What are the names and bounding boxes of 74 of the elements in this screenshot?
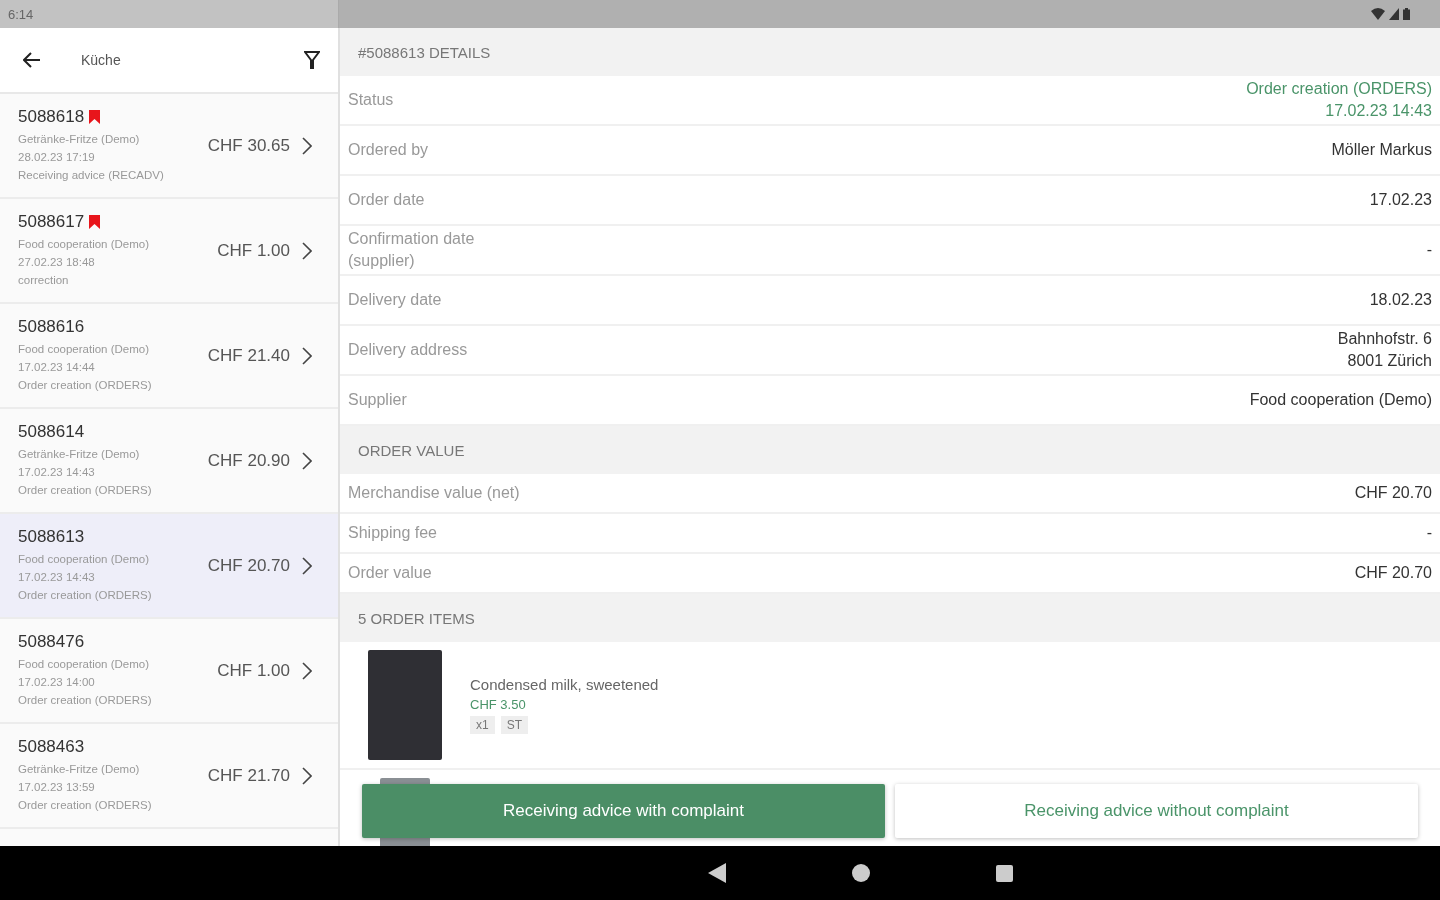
order-list-item[interactable]: 5088618 Getränke-Fritze (Demo) 28.02.23 17:19 Receiving advice (RECADV) CHF 30.65 bbox=[0, 94, 338, 199]
supplier-name: Food cooperation (Demo) bbox=[18, 237, 151, 252]
value-amount: CHF 20.70 bbox=[1354, 483, 1432, 503]
order-list-item[interactable]: 5088617 Food cooperation (Demo) 27.02.23 18:48 correction CHF 1.00 bbox=[0, 199, 338, 304]
supplier-name: Getränke-Fritze (Demo) bbox=[18, 447, 141, 462]
order-datetime: 17.02.23 14:00 bbox=[18, 675, 96, 690]
section-header: ORDER VALUE bbox=[340, 426, 1440, 474]
order-amount: CHF 1.00 bbox=[217, 660, 290, 681]
detail-label: Order date bbox=[348, 190, 425, 210]
section-header: 5 ORDER ITEMS bbox=[340, 594, 1440, 642]
order-number: 5088618 bbox=[18, 107, 85, 127]
detail-label: Confirmation date (supplier) bbox=[348, 229, 476, 271]
order-status: Order creation (ORDERS) bbox=[18, 693, 153, 708]
order-datetime: 17.02.23 14:43 bbox=[18, 570, 96, 585]
order-datetime: 17.02.23 13:59 bbox=[18, 780, 96, 795]
supplier-name: Getränke-Fritze (Demo) bbox=[18, 762, 141, 777]
product-price: CHF 3.50 bbox=[470, 697, 527, 712]
order-status: correction bbox=[18, 273, 70, 288]
action-button[interactable]: Receiving advice without complaint bbox=[895, 784, 1418, 838]
section-header: #5088613 DETAILS bbox=[340, 28, 1440, 76]
order-number: 5088463 bbox=[18, 737, 85, 757]
detail-label: Delivery address bbox=[348, 340, 468, 360]
value-label: Order value bbox=[348, 563, 432, 583]
order-amount: CHF 21.70 bbox=[207, 765, 290, 786]
value-label: Shipping fee bbox=[348, 523, 437, 543]
order-amount: CHF 30.65 bbox=[207, 135, 290, 156]
supplier-name: Food cooperation (Demo) bbox=[18, 552, 151, 567]
value-label: Merchandise value (net) bbox=[348, 483, 520, 503]
detail-value: 8001 Zürich bbox=[1347, 351, 1432, 371]
supplier-name: Food cooperation (Demo) bbox=[18, 657, 151, 672]
supplier-name: Getränke-Fritze (Demo) bbox=[18, 132, 141, 147]
detail-value: Order creation (ORDERS) bbox=[1246, 79, 1432, 99]
order-number: 5088616 bbox=[18, 317, 85, 337]
order-number: 5088476 bbox=[18, 632, 85, 652]
detail-label: Status bbox=[348, 90, 394, 110]
status-time: 6:14 bbox=[8, 6, 34, 22]
quantity-chip: x1 bbox=[470, 716, 495, 734]
supplier-name: Food cooperation (Demo) bbox=[18, 342, 151, 357]
order-list-item[interactable]: 5088613 Food cooperation (Demo) 17.02.23 14:43 Order creation (ORDERS) CHF 20.70 bbox=[0, 514, 338, 619]
order-amount: CHF 20.90 bbox=[207, 450, 290, 471]
order-number: 5088613 bbox=[18, 527, 85, 547]
detail-value: Möller Markus bbox=[1331, 140, 1432, 160]
order-amount: CHF 21.40 bbox=[207, 345, 290, 366]
order-amount: CHF 20.70 bbox=[207, 555, 290, 576]
detail-value: - bbox=[1426, 240, 1432, 260]
order-amount: CHF 1.00 bbox=[217, 240, 290, 261]
order-status: Order creation (ORDERS) bbox=[18, 378, 153, 393]
order-list-item[interactable]: 5088463 Getränke-Fritze (Demo) 17.02.23 13:59 Order creation (ORDERS) CHF 21.70 bbox=[0, 724, 338, 829]
order-list-item[interactable]: 5088616 Food cooperation (Demo) 17.02.23 14:44 Order creation (ORDERS) CHF 21.40 bbox=[0, 304, 338, 409]
order-number: 5088614 bbox=[18, 422, 85, 442]
order-status: Order creation (ORDERS) bbox=[18, 483, 153, 498]
order-number: 5088617 bbox=[18, 212, 85, 232]
order-status: Order creation (ORDERS) bbox=[18, 798, 153, 813]
order-datetime: 28.02.23 17:19 bbox=[18, 150, 96, 165]
detail-label: Supplier bbox=[348, 390, 407, 410]
detail-value: 17.02.23 bbox=[1369, 190, 1432, 210]
order-status: Receiving advice (RECADV) bbox=[18, 168, 165, 183]
value-amount: - bbox=[1426, 523, 1432, 543]
order-list-item[interactable]: 5088476 Food cooperation (Demo) 17.02.23 14:00 Order creation (ORDERS) CHF 1.00 bbox=[0, 619, 338, 724]
product-name: Condensed milk, sweetened bbox=[470, 676, 659, 693]
detail-value: 18.02.23 bbox=[1369, 290, 1432, 310]
order-datetime: 17.02.23 14:44 bbox=[18, 360, 96, 375]
order-datetime: 27.02.23 18:48 bbox=[18, 255, 96, 270]
order-status: Order creation (ORDERS) bbox=[18, 588, 153, 603]
detail-value: 17.02.23 14:43 bbox=[1325, 101, 1432, 121]
detail-value: Bahnhofstr. 6 bbox=[1337, 329, 1432, 349]
detail-label: Ordered by bbox=[348, 140, 429, 160]
unit-chip: ST bbox=[500, 716, 529, 734]
detail-value: Food cooperation (Demo) bbox=[1249, 390, 1432, 410]
detail-label: Delivery date bbox=[348, 290, 442, 310]
order-datetime: 17.02.23 14:43 bbox=[18, 465, 96, 480]
value-amount: CHF 20.70 bbox=[1354, 563, 1432, 583]
list-title: Küche bbox=[81, 52, 122, 68]
action-button[interactable]: Receiving advice with complaint bbox=[362, 784, 885, 838]
